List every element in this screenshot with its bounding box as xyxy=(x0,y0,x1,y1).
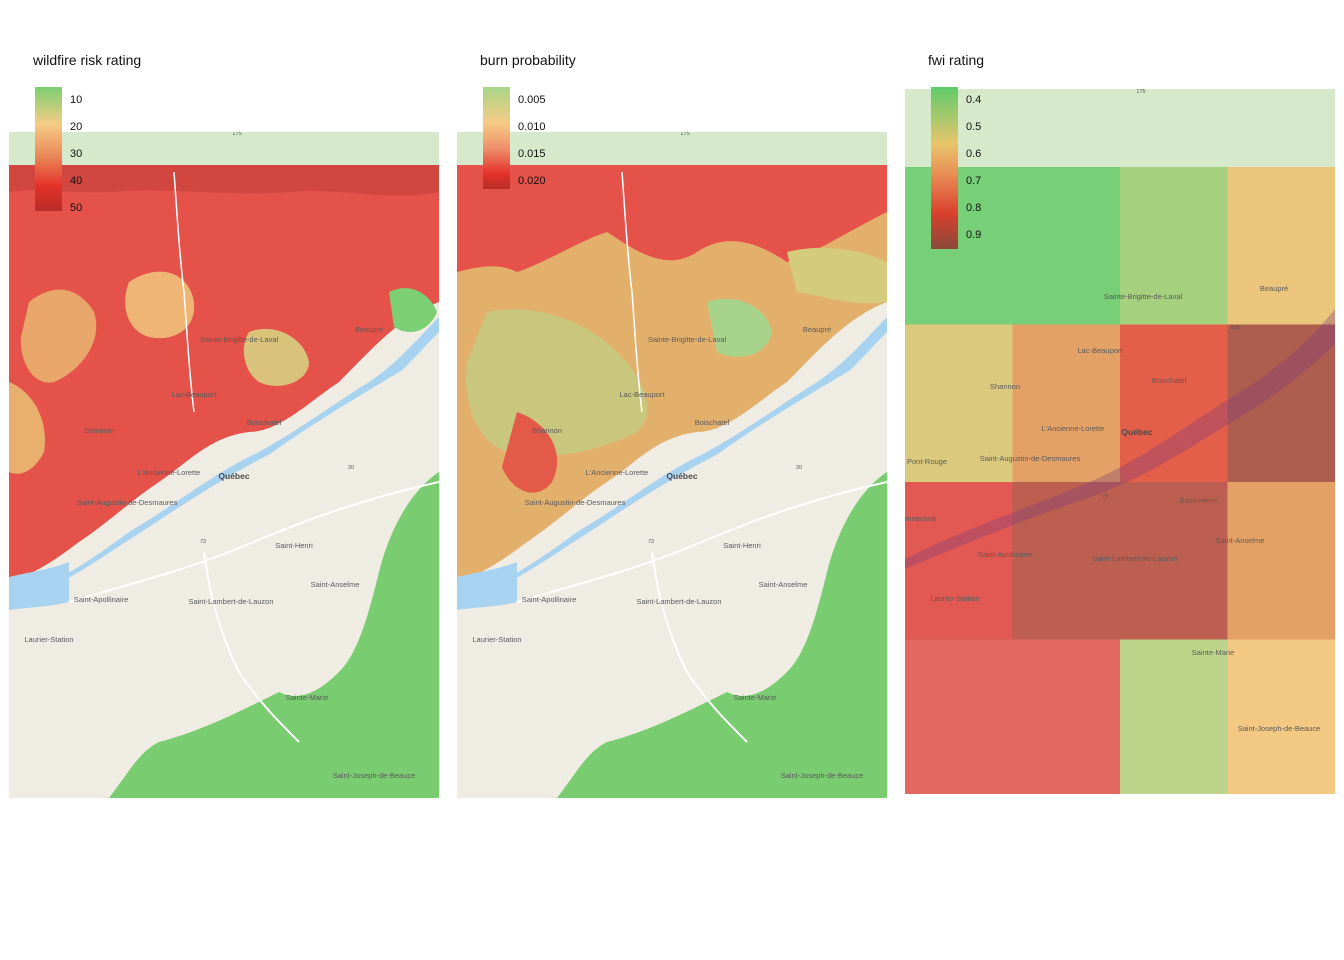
panel-title: fwi rating xyxy=(928,52,985,68)
road-shield: 73 xyxy=(648,539,654,545)
place-label: Saint-Apollinaire xyxy=(522,595,577,604)
place-label: Saint-Anselme xyxy=(311,580,360,589)
place-label: Québec xyxy=(666,471,697,481)
place-label: Sainte-Marie xyxy=(734,693,777,702)
legend-colorbar xyxy=(483,87,510,189)
road-shield: 20 xyxy=(796,465,802,471)
place-label: Saint-Lambert-de-Lauzon xyxy=(636,597,721,606)
place-label: Saint-Anselme xyxy=(1216,536,1265,545)
place-label: Shannon xyxy=(990,382,1020,391)
fwi-grid-cell xyxy=(1120,324,1228,482)
place-label: Saint-Joseph-de-Beauce xyxy=(1238,724,1321,733)
place-label: Shannon xyxy=(532,426,562,435)
legend-colorbar xyxy=(35,87,62,211)
legend-tick: 10 xyxy=(70,94,83,106)
map-canvas: Sainte-Brigitte-de-Laval Beaupré Lac-Bea… xyxy=(905,89,1335,794)
road-shield: 175 xyxy=(232,132,241,137)
legend-colorbar xyxy=(931,87,958,249)
legend-tick: 0.7 xyxy=(966,175,982,187)
map-wildfire-risk[interactable]: Sainte-Brigitte-de-Laval Beaupré Lac-Bea… xyxy=(9,132,439,798)
place-label: Saint-Henri xyxy=(1179,496,1217,505)
legend-tick: 0.8 xyxy=(966,202,982,214)
place-label: Lac-Beauport xyxy=(1077,346,1123,355)
place-label: Laurier-Station xyxy=(472,635,521,644)
legend-tick: 30 xyxy=(70,148,83,160)
place-label: Lac-Beauport xyxy=(171,390,217,399)
legend-tick: 0.010 xyxy=(518,121,546,133)
fwi-grid-cell xyxy=(905,167,1013,325)
place-label: Beaupré xyxy=(803,325,831,334)
legend-tick: 0.6 xyxy=(966,148,982,160)
road-shield: 175 xyxy=(680,132,689,137)
legend-tick: 0.005 xyxy=(518,94,546,106)
place-label: Saint-Augustin-de-Desmaures xyxy=(980,454,1081,463)
panel-title: burn probability xyxy=(480,52,576,68)
place-label: Saint-Henri xyxy=(275,541,313,550)
place-label: Saint-Augustin-de-Desmaures xyxy=(525,498,626,507)
road-shield: 138 xyxy=(1230,325,1239,331)
place-label: Sainte-Brigitte-de-Laval xyxy=(648,335,727,344)
map-fwi-rating[interactable]: Sainte-Brigitte-de-Laval Beaupré Lac-Bea… xyxy=(905,89,1335,794)
legend-tick: 0.020 xyxy=(518,175,546,187)
fwi-grid-cell xyxy=(905,639,1013,794)
place-label: Québec xyxy=(218,471,249,481)
place-label: Boischatel xyxy=(247,418,282,427)
map-burn-probability[interactable]: Sainte-Brigitte-de-Laval Beaupré Lac-Bea… xyxy=(457,132,887,798)
place-label: L'Ancienne-Lorette xyxy=(1042,424,1105,433)
place-label: L'Ancienne-Lorette xyxy=(586,468,649,477)
place-label: Saint-Anselme xyxy=(759,580,808,589)
legend-tick: 50 xyxy=(70,202,83,214)
place-label: Pont-Rouge xyxy=(907,457,947,466)
legend-tick: 20 xyxy=(70,121,83,133)
fwi-grid-cell xyxy=(1227,482,1335,640)
place-label: Saint-Apollinaire xyxy=(74,595,129,604)
place-label: Saint-Joseph-de-Beauce xyxy=(333,771,416,780)
fwi-grid-cell xyxy=(1012,639,1120,794)
place-label: Donnacona xyxy=(905,514,937,523)
place-label: Boischatel xyxy=(695,418,730,427)
place-label: Saint-Lambert-de-Lauzon xyxy=(1092,554,1177,563)
fwi-grid-cell xyxy=(1227,167,1335,325)
road-shield: 175 xyxy=(1136,89,1145,95)
road-shield: 73 xyxy=(200,539,206,545)
place-label: Sainte-Marie xyxy=(1192,648,1235,657)
map-canvas: Sainte-Brigitte-de-Laval Beaupré Lac-Bea… xyxy=(457,132,887,798)
legend-tick: 0.4 xyxy=(966,94,982,106)
place-label: Québec xyxy=(1121,427,1152,437)
place-label: Boischatel xyxy=(1152,376,1187,385)
place-label: Shannon xyxy=(84,426,114,435)
place-label: Laurier-Station xyxy=(24,635,73,644)
place-label: Sainte-Brigitte-de-Laval xyxy=(200,335,279,344)
place-label: Saint-Lambert-de-Lauzon xyxy=(188,597,273,606)
place-label: Sainte-Marie xyxy=(286,693,329,702)
place-label: Laurier-Station xyxy=(930,594,979,603)
place-label: Beaupré xyxy=(355,325,383,334)
legend-tick: 0.9 xyxy=(966,229,982,241)
legend-tick: 40 xyxy=(70,175,83,187)
map-canvas: Sainte-Brigitte-de-Laval Beaupré Lac-Bea… xyxy=(9,132,439,798)
legend-tick: 0.5 xyxy=(966,121,982,133)
legend-tick: 0.015 xyxy=(518,148,546,160)
fwi-grid-cell xyxy=(1120,639,1228,794)
place-label: Saint-Henri xyxy=(723,541,761,550)
road-shield: 20 xyxy=(348,465,354,471)
place-label: Saint-Augustin-de-Desmaures xyxy=(77,498,178,507)
place-label: Lac-Beauport xyxy=(619,390,665,399)
place-label: Beaupré xyxy=(1260,284,1288,293)
place-label: Sainte-Brigitte-de-Laval xyxy=(1104,292,1183,301)
panel-title: wildfire risk rating xyxy=(33,52,142,68)
fwi-grid-cell xyxy=(1227,639,1335,794)
place-label: L'Ancienne-Lorette xyxy=(138,468,201,477)
place-label: Saint-Joseph-de-Beauce xyxy=(781,771,864,780)
road-shield: 73 xyxy=(1102,494,1108,500)
place-label: Saint-Apollinaire xyxy=(978,550,1033,559)
